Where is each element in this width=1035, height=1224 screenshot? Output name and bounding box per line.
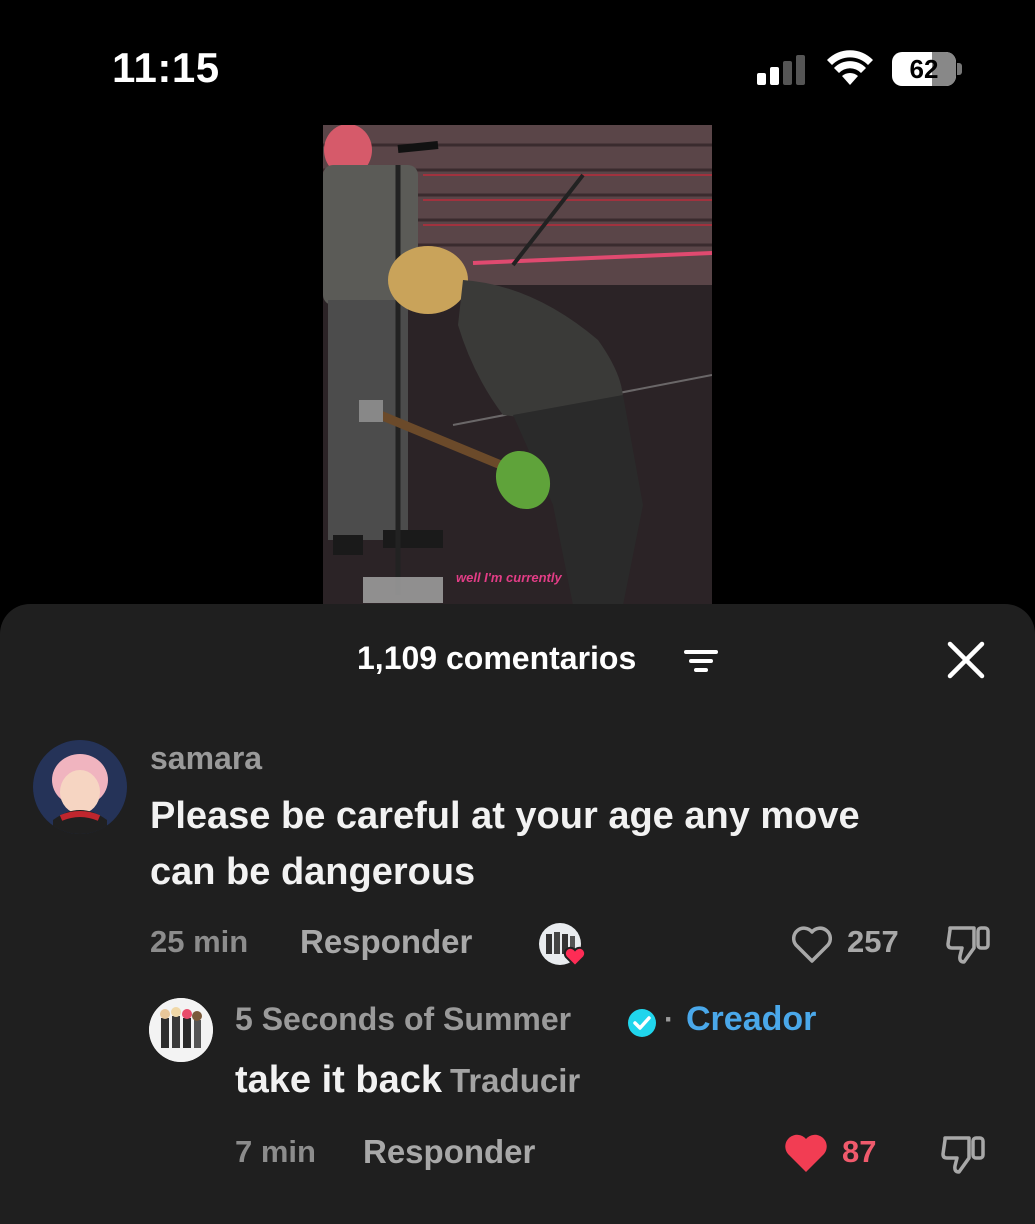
reply-button[interactable]: Responder bbox=[300, 923, 472, 961]
reply-username[interactable]: 5 Seconds of Summer bbox=[235, 1001, 571, 1038]
comment-timestamp: 25 min bbox=[150, 924, 249, 959]
like-count: 87 bbox=[842, 1134, 877, 1169]
comments-header: 1,109 comentarios bbox=[0, 604, 1035, 714]
battery-icon: 62 bbox=[892, 52, 962, 86]
battery-percent: 62 bbox=[909, 54, 939, 84]
comment-username[interactable]: samara bbox=[150, 740, 262, 777]
dislike-thumb-icon[interactable] bbox=[941, 1132, 987, 1176]
verified-badge-icon bbox=[628, 1009, 656, 1037]
translate-link[interactable]: Traducir bbox=[450, 1062, 580, 1099]
status-time: 11:15 bbox=[112, 44, 220, 91]
cellular-signal-icon bbox=[757, 55, 809, 85]
status-bar: 11:15 62 bbox=[0, 0, 1035, 125]
video-caption: well I'm currently bbox=[456, 570, 562, 585]
video-frame-illustration bbox=[323, 125, 712, 605]
reply-text: take it back Traducir bbox=[235, 1052, 580, 1109]
video-preview[interactable]: well I'm currently bbox=[323, 125, 712, 605]
anime-avatar-image bbox=[33, 740, 127, 834]
avatar[interactable] bbox=[33, 740, 127, 834]
avatar[interactable] bbox=[149, 998, 213, 1062]
close-x-icon[interactable] bbox=[946, 640, 986, 680]
creator-avatar-heart-icon bbox=[539, 923, 587, 968]
comments-sheet: 1,109 comentarios samara Please be caref… bbox=[0, 604, 1035, 1224]
heart-filled-icon[interactable] bbox=[782, 1132, 830, 1174]
dislike-thumb-icon[interactable] bbox=[946, 922, 992, 966]
creator-label: Creador bbox=[686, 1000, 817, 1038]
comment-text: Please be careful at your age any move c… bbox=[150, 788, 860, 900]
reply-timestamp: 7 min bbox=[235, 1134, 316, 1169]
filter-lines-icon[interactable] bbox=[684, 648, 718, 674]
heart-outline-icon[interactable] bbox=[790, 924, 834, 964]
comment-text-line: can be dangerous bbox=[150, 851, 476, 893]
like-count: 257 bbox=[847, 924, 899, 959]
reply-button[interactable]: Responder bbox=[363, 1133, 535, 1171]
wifi-icon bbox=[827, 50, 873, 85]
creator-liked-badge bbox=[538, 922, 588, 968]
comment-text-line: Please be careful at your age any move bbox=[150, 795, 860, 837]
comment-count-title: 1,109 comentarios bbox=[357, 640, 637, 676]
separator-dot: · bbox=[664, 1003, 674, 1036]
reply-text-content: take it back bbox=[235, 1059, 442, 1101]
band-avatar-image bbox=[149, 998, 213, 1062]
